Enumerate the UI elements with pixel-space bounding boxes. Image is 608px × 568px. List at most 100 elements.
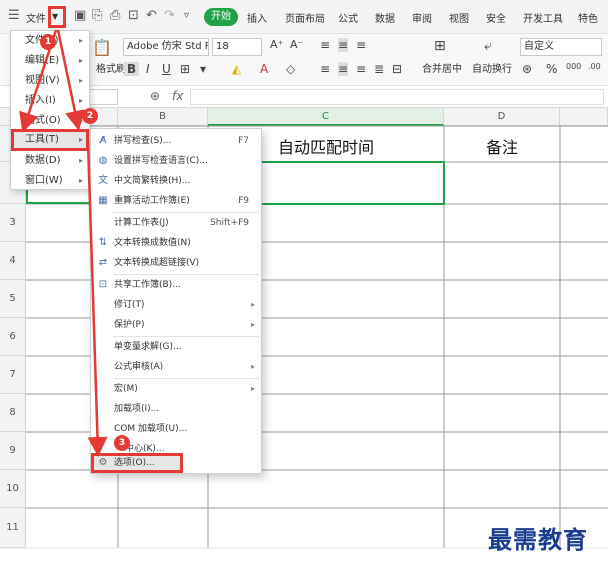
tab-formulas[interactable]: 公式 <box>338 10 358 25</box>
align-left-icon[interactable]: ≡ <box>320 62 330 76</box>
formula-input[interactable] <box>190 89 604 105</box>
tab-developer[interactable]: 开发工具 <box>523 10 563 25</box>
menu-item-share-workbook[interactable]: ⊡ 共享工作簿(B)... <box>91 275 261 295</box>
chevron-right-icon: ▸ <box>78 176 83 185</box>
tools-submenu: A̸ 拼写检查(S)... F7 ◍ 设置拼写检查语言(C)... 文中文简繁转换(H… <box>90 128 262 474</box>
underline-icon[interactable]: U <box>162 62 171 76</box>
merge-center-label[interactable]: 合并居中 <box>422 60 462 75</box>
menu-item-data[interactable]: 数据(D) ▸ <box>11 151 89 171</box>
bold-icon[interactable]: B <box>124 62 140 76</box>
recalc-icon: ▦ <box>98 195 108 206</box>
menu-item-label: 重算活动工作簿(E) <box>114 196 190 206</box>
menu-item-tools[interactable]: 工具(T) ▸ <box>11 129 89 151</box>
tab-insert[interactable]: 插入 <box>247 10 267 25</box>
menu-item-label: 工具(T) <box>25 134 59 145</box>
menu-item-text-to-number[interactable]: ⇅ 文本转换成数值(N) <box>91 233 261 253</box>
menu-item-format[interactable]: 格式(O) ▸ <box>11 111 89 131</box>
percent-icon[interactable]: % <box>546 62 557 76</box>
tab-start[interactable]: 开始 <box>204 8 238 26</box>
cell-d1-header[interactable]: 备注 <box>444 134 560 158</box>
number-format-select[interactable]: 自定义 <box>520 38 602 56</box>
menu-item-protect[interactable]: 保护(P) ▸ <box>91 315 261 335</box>
align-bottom-icon[interactable]: ≡ <box>356 38 366 52</box>
menu-item-spell-check[interactable]: A̸ 拼写检查(S)... F7 <box>91 131 261 151</box>
currency-icon[interactable]: ⊛ <box>522 62 532 76</box>
menu-item-edit[interactable]: 编辑(E) ▸ <box>11 51 89 71</box>
font-size-select[interactable]: 18 <box>212 38 262 56</box>
menu-item-goal-seek[interactable]: 单变量求解(G)... <box>91 337 261 357</box>
menu-item-label: 共享工作簿(B)... <box>114 280 181 290</box>
undo-icon[interactable]: ↶ <box>146 8 157 23</box>
menu-item-label: 修订(T) <box>114 300 145 310</box>
step-marker-2: 2 <box>82 108 98 124</box>
align-top-icon[interactable]: ≡ <box>320 38 330 52</box>
increase-font-icon[interactable]: A⁺ <box>270 38 283 51</box>
clear-format-icon[interactable]: ◇ <box>286 62 295 76</box>
tab-data[interactable]: 数据 <box>375 10 395 25</box>
print-icon[interactable]: ⎙ <box>110 8 120 23</box>
chevron-down-icon[interactable]: ▾ <box>200 62 206 76</box>
font-color-icon[interactable]: A <box>260 62 268 76</box>
align-center-icon[interactable]: ≡ <box>338 62 349 76</box>
menu-item-recalc-workbook[interactable]: ▦ 重算活动工作簿(E) F9 <box>91 191 261 211</box>
hyperlink-icon: ⇄ <box>98 257 108 268</box>
border-icon[interactable]: ⊞ <box>180 62 190 76</box>
merge-center-icon[interactable]: ⊞ <box>434 38 446 54</box>
menu-item-macro[interactable]: 宏(M) ▸ <box>91 379 261 399</box>
menu-item-addins[interactable]: 加载项(I)... <box>91 399 261 419</box>
file-menu-label[interactable]: 文件 <box>26 10 46 25</box>
menu-item-formula-audit[interactable]: 公式审核(A) ▸ <box>91 357 261 377</box>
menu-item-label: 窗口(W) <box>25 175 63 186</box>
print-preview-icon[interactable]: ⊡ <box>128 8 139 23</box>
align-middle-icon[interactable]: ≡ <box>338 38 349 52</box>
save-icon[interactable]: ▣ <box>74 8 86 23</box>
decimal-icon[interactable]: .00 <box>588 62 601 71</box>
menu-item-text-to-link[interactable]: ⇄ 文本转换成超链接(V) <box>91 253 261 273</box>
hamburger-menu-icon[interactable]: ☰ <box>8 8 20 23</box>
menu-item-insert[interactable]: 插入(I) ▸ <box>11 91 89 111</box>
wrap-text-icon[interactable]: ⤶ <box>484 38 492 54</box>
zoom-search-icon[interactable]: ⊕ <box>150 89 160 103</box>
step-marker-3: 3 <box>114 435 130 451</box>
menu-item-window[interactable]: 窗口(W) ▸ <box>11 171 89 191</box>
menu-item-chinese-convert[interactable]: 文中文简繁转换(H)... <box>91 171 261 191</box>
paste-icon[interactable]: 📋 <box>92 38 112 57</box>
menu-item-label: 文本转换成数值(N) <box>114 238 191 248</box>
tab-view[interactable]: 视图 <box>449 10 469 25</box>
distribute-icon[interactable]: ⊟ <box>392 62 402 76</box>
wrap-text-label[interactable]: 自动换行 <box>472 60 512 75</box>
menu-item-spell-language[interactable]: ◍ 设置拼写检查语言(C)... <box>91 151 261 171</box>
fill-color-icon[interactable]: ◭ <box>232 62 241 76</box>
redo-icon[interactable]: ↷ <box>164 8 175 23</box>
tab-page-layout[interactable]: 页面布局 <box>285 10 325 25</box>
align-right-icon[interactable]: ≡ <box>356 62 366 76</box>
italic-icon[interactable]: I <box>146 62 150 76</box>
menu-item-options[interactable]: ⚙ 选项(O)... <box>91 453 183 473</box>
menu-item-view[interactable]: 视图(V) ▸ <box>11 71 89 91</box>
tab-review[interactable]: 审阅 <box>412 10 432 25</box>
menu-item-calc-sheet[interactable]: 计算工作表(J) Shift+F9 <box>91 213 261 233</box>
menu-item-revisions[interactable]: 修订(T) ▸ <box>91 295 261 315</box>
chevron-right-icon: ▸ <box>78 56 83 65</box>
chevron-right-icon: ▸ <box>78 135 83 144</box>
tab-security[interactable]: 安全 <box>486 10 506 25</box>
step-marker-1: 1 <box>40 34 56 50</box>
dropdown-highlight-box <box>48 6 66 28</box>
main-menu-dropdown: 文件(F)▸ 编辑(E)▸ 视图(V)▸ 插入(I)▸ 格式(O)▸ 工具(T)… <box>10 30 90 190</box>
thousands-separator-icon[interactable]: 000 <box>566 62 581 71</box>
menu-item-label: 插入(I) <box>25 95 56 106</box>
chevron-right-icon: ▸ <box>78 156 83 165</box>
menu-item-label: 单变量求解(G)... <box>114 342 182 352</box>
fx-icon[interactable]: fx <box>172 89 183 103</box>
format-painter-label[interactable]: 格式刷 <box>96 60 126 75</box>
export-icon[interactable]: ⎘ <box>92 8 102 23</box>
tab-special[interactable]: 特色 <box>578 10 598 25</box>
decrease-font-icon[interactable]: A⁻ <box>290 38 303 51</box>
menu-item-label: 加载项(I)... <box>114 404 160 414</box>
menu-item-label: 视图(V) <box>25 75 60 86</box>
justify-icon[interactable]: ≣ <box>374 62 384 76</box>
font-name-select[interactable]: Adobe 仿宋 Std R <box>123 38 209 56</box>
customize-icon[interactable]: ▿ <box>184 10 189 21</box>
menu-item-label: 保护(P) <box>114 320 145 330</box>
menu-item-label: 中文简繁转换(H)... <box>114 176 191 186</box>
